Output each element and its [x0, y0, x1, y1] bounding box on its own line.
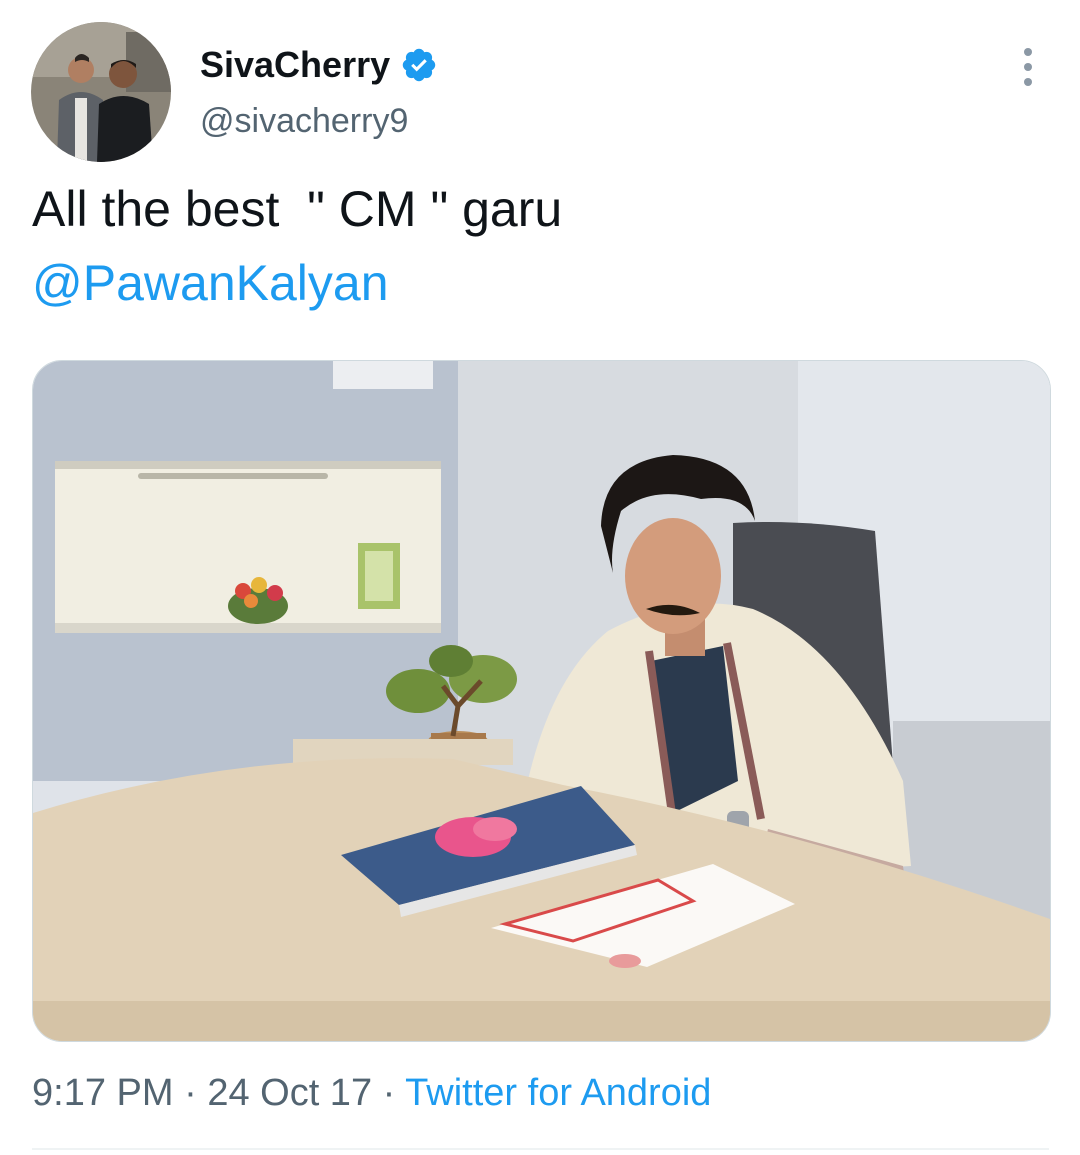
- tweet-text: All the best " CM " garu @PawanKalyan: [32, 172, 1032, 320]
- author-name-row: SivaCherry: [200, 42, 438, 88]
- tweet-date[interactable]: 24 Oct 17: [207, 1072, 372, 1114]
- more-dot: [1024, 78, 1032, 86]
- meta-separator: ·: [173, 1072, 208, 1114]
- avatar-photo: [31, 22, 171, 162]
- tweet-meta: 9:17 PM · 24 Oct 17 · Twitter for Androi…: [32, 1072, 711, 1115]
- tweet-body-text: All the best " CM " garu: [32, 181, 563, 237]
- more-dot: [1024, 48, 1032, 56]
- author-handle[interactable]: @sivacherry9: [200, 102, 408, 141]
- tweet-time[interactable]: 9:17 PM: [32, 1072, 174, 1114]
- meta-separator: ·: [372, 1072, 406, 1114]
- divider: [32, 1148, 1049, 1150]
- author-avatar[interactable]: [31, 22, 171, 162]
- more-options-icon[interactable]: [1006, 40, 1050, 94]
- verified-badge-icon: [402, 48, 436, 82]
- author-display-name[interactable]: SivaCherry: [200, 44, 390, 86]
- tweet-media-photo[interactable]: [32, 360, 1051, 1042]
- tweet-source-link[interactable]: Twitter for Android: [405, 1072, 711, 1114]
- office-photo: [33, 361, 1050, 1041]
- mention-link[interactable]: @PawanKalyan: [32, 255, 389, 311]
- more-dot: [1024, 63, 1032, 71]
